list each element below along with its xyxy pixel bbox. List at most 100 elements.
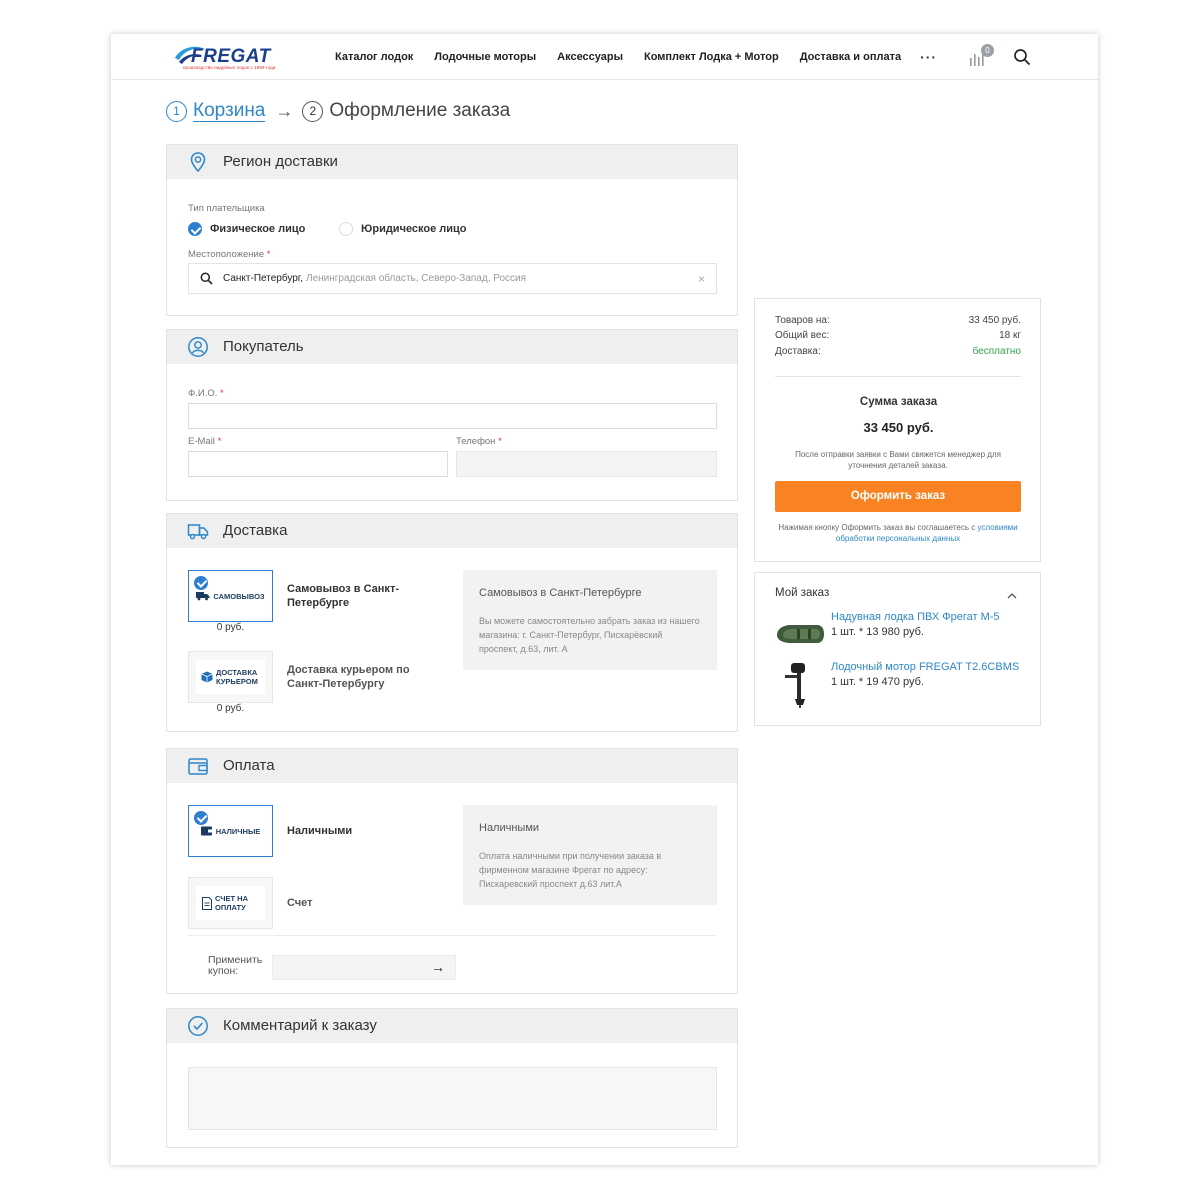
chevron-up-icon[interactable] [1007,591,1017,601]
location-city: Санкт-Петербург, [223,273,303,284]
email-input[interactable] [188,451,448,477]
region-section: Регион доставки Тип плательщика Физическ… [166,144,738,316]
delivery-section-header: Доставка [167,514,737,548]
delivery-title: Доставка [223,522,288,539]
delivery-option-pickup[interactable]: САМОВЫВОЗ [188,570,273,622]
place-order-button[interactable]: Оформить заказ [775,481,1021,512]
coupon-label: Применить купон: [208,954,263,977]
comment-title: Комментарий к заказу [223,1017,377,1034]
fio-input[interactable] [188,403,717,429]
payment-option-invoice[interactable]: СЧЕТ НА ОПЛАТУ [188,877,273,929]
payment-title: Оплата [223,757,275,774]
delivery-section: Доставка САМОВЫВОЗ 0 руб. Самовывоз в Са… [166,513,738,732]
selected-check-icon [194,811,208,825]
order-item-name[interactable]: Лодочный мотор FREGAT T2.6CBMS [831,661,1019,673]
truck-icon [196,592,210,601]
summary-goods-value: 33 450 руб. [968,315,1021,326]
buyer-section-header: Покупатель [167,330,737,364]
order-item-name[interactable]: Надувная лодка ПВХ Фрегат М-5 [831,611,1000,623]
logo[interactable]: FREGAT производство надувных лодок с 199… [173,40,303,74]
payer-type-label: Тип плательщика [188,203,265,214]
step-cart-link[interactable]: Корзина [193,100,266,122]
location-pin-icon [190,152,206,173]
summary-weight-value: 18 кг [999,330,1021,341]
clear-location-icon[interactable]: × [698,272,705,286]
comment-section-header: Комментарий к заказу [167,1009,737,1043]
divider [188,935,717,936]
nav-item-boats[interactable]: Каталог лодок [335,51,413,63]
delivery-option-courier[interactable]: ДОСТАВКА КУРЬЕРОМ [188,651,273,703]
nav-item-delivery[interactable]: Доставка и оплата [800,51,901,63]
summary-weight-label: Общий вес: [775,330,830,341]
courier-name[interactable]: Доставка курьером по Санкт-Петербургу [287,663,427,691]
payer-individual-radio[interactable]: Физическое лицо [188,222,305,236]
pickup-name[interactable]: Самовывоз в Санкт-Петербурге [287,582,427,610]
wallet-icon [188,758,208,775]
payment-option-cash[interactable]: НАЛИЧНЫЕ [188,805,273,857]
step-1-number: 1 [166,100,187,122]
summary-delivery-label: Доставка: [775,346,821,357]
compare-count-badge: 0 [981,44,994,57]
phone-label: Телефон * [456,436,502,447]
document-icon [202,896,212,910]
step-checkout-label: Оформление заказа [329,100,511,121]
buyer-section: Покупатель Ф.И.О. * E-Mail * Телефон * [166,329,738,501]
location-region: Ленинградская область, Северо-Запад, Рос… [306,273,527,284]
radio-unchecked-icon [339,222,353,236]
site-header: FREGAT производство надувных лодок с 199… [111,34,1098,80]
email-label-text: E-Mail [188,436,215,447]
nav-item-accessories[interactable]: Аксессуары [557,51,623,63]
more-menu-icon[interactable]: ··· [920,49,937,65]
checkout-steps: 1 Корзина → 2 Оформление заказа [166,98,510,124]
region-title: Регион доставки [223,153,338,170]
courier-card-face: ДОСТАВКА КУРЬЕРОМ [196,660,265,694]
cash-card-text: НАЛИЧНЫЕ [215,826,261,836]
wallet-icon [200,826,213,836]
pickup-price: 0 руб. [216,622,245,633]
truck-icon [187,524,209,540]
order-total-label: Сумма заказа [859,396,938,408]
payer-individual-label: Физическое лицо [210,223,306,235]
required-mark: * [498,436,502,447]
my-order-panel: Мой заказ Надувная лодка ПВХ Фрегат М-5 … [754,572,1041,726]
comment-textarea[interactable] [188,1067,717,1130]
location-input[interactable]: Санкт-Петербург, Ленинградская область, … [188,263,717,294]
motor-image [785,663,805,708]
apply-coupon-arrow-icon[interactable]: → [431,959,445,975]
order-summary: Товаров на: 33 450 руб. Общий вес: 18 кг… [754,298,1041,562]
nav-item-bundles[interactable]: Комплект Лодка + Мотор [644,51,779,63]
invoice-card-face: СЧЕТ НА ОПЛАТУ [196,886,265,920]
invoice-name[interactable]: Счет [287,896,313,910]
courier-price: 0 руб. [216,703,245,714]
phone-label-text: Телефон [456,436,496,447]
manager-note: После отправки заявки с Вами свяжется ме… [795,450,1001,470]
delivery-desc-text: Вы можете самостоятельно забрать заказ и… [479,616,700,654]
payment-section: Оплата НАЛИЧНЫЕ Наличными СЧЕТ НА ОПЛАТУ… [166,748,738,994]
page-frame: FREGAT производство надувных лодок с 199… [111,34,1098,1165]
region-section-header: Регион доставки [167,145,737,179]
order-total-value: 33 450 руб. [863,420,934,435]
consent-prefix: Нажимая кнопку Оформить заказ вы соглаша… [778,523,976,532]
search-icon[interactable] [1013,48,1031,66]
payer-legal-radio[interactable]: Юридическое лицо [339,222,467,236]
summary-row-delivery: Доставка: бесплатно [775,346,1021,357]
delivery-description: Самовывоз в Санкт-Петербурге Вы можете с… [463,570,717,670]
order-item-qty: 1 шт. * 13 980 руб. [831,626,924,638]
check-circle-icon [188,1016,208,1036]
phone-input[interactable] [456,451,717,477]
location-label-text: Местоположение [188,249,265,260]
buyer-title: Покупатель [223,338,304,355]
payment-desc-text: Оплата наличными при получении заказа в … [479,851,662,889]
box-icon [201,671,213,683]
order-item-qty: 1 шт. * 19 470 руб. [831,676,924,688]
selected-check-icon [194,576,208,590]
consent-text: Нажимая кнопку Оформить заказ вы соглаша… [775,522,1021,544]
delivery-desc-title: Самовывоз в Санкт-Петербурге [479,587,642,599]
step-arrow-icon: → [275,100,294,121]
cash-name[interactable]: Наличными [287,824,352,838]
my-order-title: Мой заказ [775,587,830,599]
coupon-input[interactable]: → [272,955,456,980]
pickup-card-text: САМОВЫВОЗ [213,591,265,601]
search-icon [200,272,213,285]
nav-item-motors[interactable]: Лодочные моторы [434,51,536,63]
